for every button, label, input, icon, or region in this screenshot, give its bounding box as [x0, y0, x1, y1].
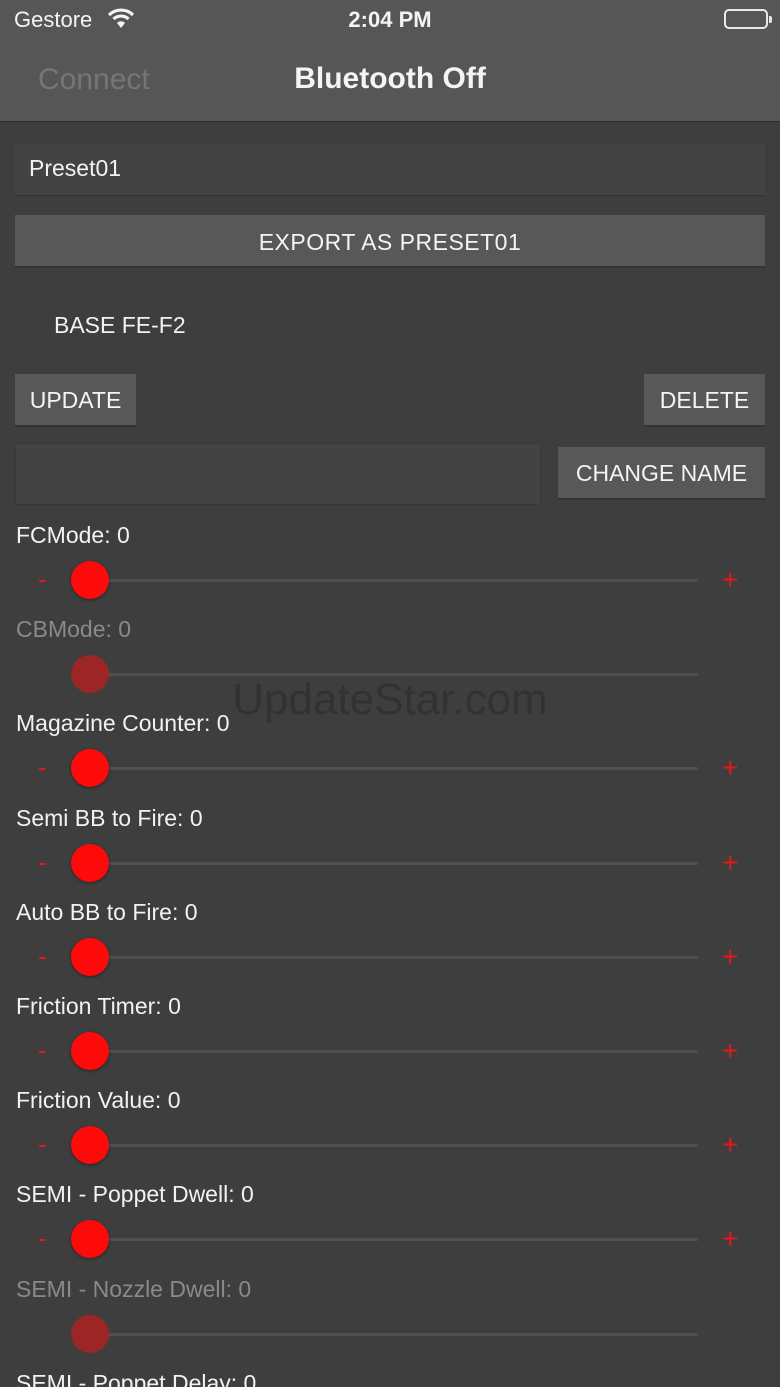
- param-label: SEMI - Nozzle Dwell: 0: [16, 1275, 252, 1302]
- slider-thumb[interactable]: [71, 1126, 109, 1165]
- export-preset-button[interactable]: EXPORT AS PRESET01: [15, 215, 765, 268]
- slider-thumb[interactable]: [71, 937, 109, 976]
- decrement-button[interactable]: -: [38, 941, 47, 972]
- delete-button[interactable]: DELETE: [644, 374, 765, 427]
- slider-thumb: [71, 655, 109, 694]
- increment-button[interactable]: +: [722, 564, 738, 596]
- slider-track: [90, 1332, 698, 1336]
- slider-track[interactable]: [90, 1144, 698, 1148]
- increment-button[interactable]: +: [722, 1129, 738, 1161]
- param-label: Semi BB to Fire: 0: [16, 804, 203, 831]
- param-label: CBMode: 0: [16, 616, 132, 643]
- decrement-button[interactable]: -: [38, 1035, 47, 1066]
- increment-button[interactable]: +: [722, 1035, 738, 1067]
- param-label: SEMI - Poppet Dwell: 0: [16, 1181, 254, 1208]
- battery-icon: [724, 9, 772, 29]
- slider-track[interactable]: [90, 1238, 698, 1242]
- param-label: Magazine Counter: 0: [16, 710, 230, 737]
- base-profile-label: BASE FE-F2: [54, 312, 186, 338]
- decrement-button[interactable]: -: [38, 1129, 47, 1160]
- update-button[interactable]: UPDATE: [15, 374, 136, 427]
- name-input[interactable]: [15, 443, 541, 505]
- status-bar: Gestore 2:04 PM: [0, 0, 780, 40]
- slider-thumb[interactable]: [71, 1032, 109, 1070]
- param-label: Auto BB to Fire: 0: [16, 898, 198, 925]
- param-label: SEMI - Poppet Delay: 0: [16, 1369, 257, 1387]
- slider-thumb[interactable]: [71, 749, 109, 788]
- increment-button[interactable]: +: [722, 752, 738, 784]
- clock-label: 2:04 PM: [348, 7, 432, 32]
- decrement-button[interactable]: -: [38, 752, 47, 783]
- slider-track[interactable]: [90, 861, 698, 865]
- slider-thumb[interactable]: [71, 561, 109, 599]
- slider-track[interactable]: [90, 955, 698, 959]
- increment-button[interactable]: +: [722, 1223, 738, 1255]
- increment-button[interactable]: +: [722, 847, 738, 879]
- decrement-button[interactable]: -: [38, 1223, 47, 1254]
- change-name-button[interactable]: CHANGE NAME: [558, 447, 765, 500]
- slider-thumb[interactable]: [71, 1220, 109, 1259]
- increment-button[interactable]: +: [722, 941, 738, 973]
- decrement-button[interactable]: -: [38, 564, 47, 595]
- param-label: Friction Timer: 0: [16, 993, 181, 1019]
- slider-track[interactable]: [90, 767, 698, 771]
- decrement-button[interactable]: -: [38, 847, 47, 878]
- page-title: Bluetooth Off: [294, 62, 486, 95]
- slider-thumb: [71, 1314, 109, 1353]
- slider-track: [90, 673, 698, 677]
- slider-thumb[interactable]: [71, 843, 109, 882]
- preset-name-field[interactable]: Preset01: [15, 144, 765, 196]
- slider-track[interactable]: [90, 579, 698, 582]
- slider-track[interactable]: [90, 1050, 698, 1053]
- param-label: FCMode: 0: [16, 522, 130, 548]
- navigation-bar: Connect Bluetooth Off: [0, 40, 780, 122]
- param-label: Friction Value: 0: [16, 1087, 181, 1114]
